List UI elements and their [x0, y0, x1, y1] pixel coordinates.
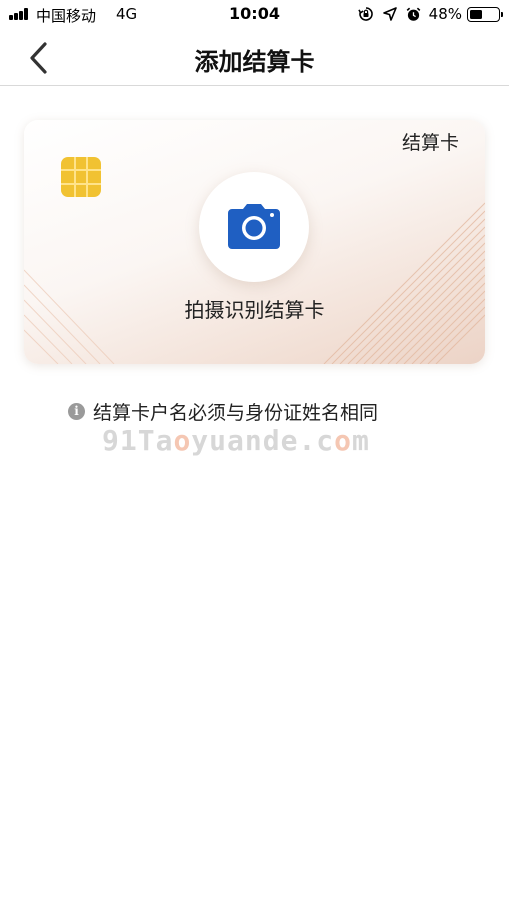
camera-button[interactable] [199, 172, 309, 282]
watermark-text-accent: o [334, 424, 353, 457]
page-title: 添加结算卡 [194, 48, 315, 76]
scan-card-text: 拍摄识别结算卡 [184, 298, 325, 322]
battery-percent: 48% [428, 5, 462, 23]
card-label: 结算卡 [401, 132, 459, 154]
battery-icon [467, 6, 503, 22]
info-icon: i [68, 402, 85, 420]
alarm-icon [405, 5, 423, 23]
orientation-lock-icon [357, 5, 375, 23]
card-scan-area[interactable]: 结算卡 拍摄识别结算卡 [24, 120, 485, 364]
status-bar: 中国移动 4G 10:04 48% [0, 0, 509, 30]
location-arrow-icon [381, 5, 399, 23]
watermark-text: m [352, 424, 370, 457]
camera-icon [228, 204, 280, 249]
info-text: 结算卡户名必须与身份证姓名相同 [93, 401, 379, 424]
info-notice: i 结算卡户名必须与身份证姓名相同 [68, 398, 378, 424]
watermark-text: yuande.c [191, 424, 335, 457]
watermark-text-accent: o [173, 424, 192, 457]
card-chip-icon [61, 157, 101, 197]
nav-bar: 添加结算卡 [0, 30, 509, 86]
status-right-group: 48% [357, 4, 503, 24]
battery-level-fill [470, 9, 482, 19]
watermark: 91Taoyuande.com [102, 424, 370, 457]
watermark-text: 91Ta [102, 424, 174, 457]
